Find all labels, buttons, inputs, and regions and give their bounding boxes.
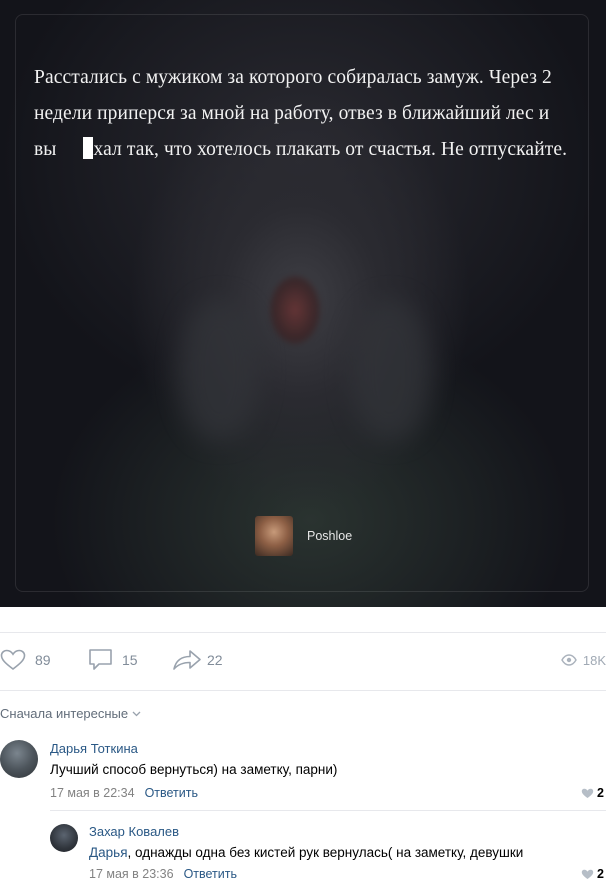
like-button[interactable]: 89 (0, 649, 51, 671)
reply-button[interactable]: Ответить (145, 786, 198, 800)
post-text-part-2: хал так, что хотелось плакать от счастья… (93, 139, 568, 160)
comment-author[interactable]: Дарья Тоткина (50, 741, 138, 756)
divider (0, 632, 606, 633)
comment-date[interactable]: 17 мая в 23:36 (89, 867, 174, 881)
share-icon (173, 650, 201, 670)
views-counter: 18K (561, 653, 606, 668)
comment-like-button[interactable]: 2 (581, 786, 604, 800)
post-text: Расстались с мужиком за которого собирал… (34, 60, 574, 168)
heart-icon (0, 649, 26, 671)
avatar[interactable] (50, 824, 78, 852)
reply-to-link[interactable]: Дарья (89, 845, 128, 860)
comment-like-button[interactable]: 2 (581, 867, 604, 881)
comment-like-count: 2 (597, 786, 604, 800)
views-count: 18K (582, 652, 606, 668)
comment-like-count: 2 (597, 867, 604, 881)
source-avatar (255, 516, 293, 556)
share-count: 22 (207, 652, 223, 668)
comment-text: Дарья, однажды одна без кистей рук верну… (89, 845, 523, 860)
comment: Дарья Тоткина Лучший способ вернуться) н… (0, 735, 606, 805)
share-button[interactable]: 22 (172, 649, 223, 671)
sort-label: Сначала интересные (0, 706, 129, 721)
heart-icon (581, 788, 594, 798)
comment-meta: 17 мая в 23:36 Ответить (89, 867, 237, 881)
comments-sort-dropdown[interactable]: Сначала интересные (0, 706, 141, 721)
chevron-down-icon (132, 711, 141, 716)
reply-button[interactable]: Ответить (184, 867, 237, 881)
comment-text: Лучший способ вернуться) на заметку, пар… (50, 762, 338, 777)
avatar[interactable] (0, 740, 38, 778)
comment-reply: Захар Ковалев Дарья, однажды одна без ки… (0, 818, 606, 887)
comment-author[interactable]: Захар Ковалев (89, 824, 179, 839)
comment-meta: 17 мая в 22:34 Ответить (50, 786, 198, 800)
censor-bar (82, 137, 93, 159)
comment-text-body: , однажды одна без кистей рук вернулась(… (127, 845, 524, 860)
source-name: Poshloe (307, 529, 353, 543)
eye-icon (561, 654, 577, 666)
like-count: 89 (35, 652, 51, 668)
comment-count: 15 (122, 652, 138, 668)
comment-button[interactable]: 15 (88, 648, 138, 672)
divider (50, 810, 606, 811)
comment-date[interactable]: 17 мая в 22:34 (50, 786, 135, 800)
divider (0, 690, 606, 691)
comment-icon (89, 649, 112, 670)
post-actions: 89 15 22 18K (0, 645, 606, 675)
heart-icon (581, 869, 594, 879)
source-watermark: Poshloe (255, 516, 352, 556)
post-image[interactable]: Расстались с мужиком за которого собирал… (0, 0, 606, 607)
